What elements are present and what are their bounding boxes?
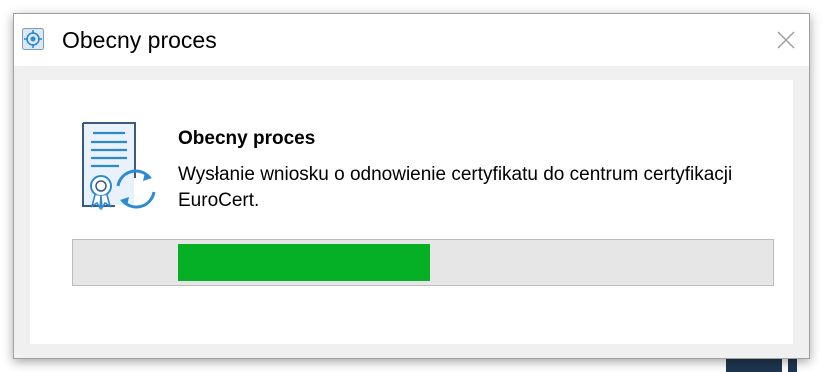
content-panel: Obecny proces Wysłanie wniosku o odnowie… [30,80,793,344]
close-button[interactable] [763,14,809,66]
background-window-fragment [726,357,782,372]
process-description: Wysłanie wniosku o odnowienie certyfikat… [178,164,733,211]
window-title: Obecny proces [62,27,217,53]
desktop: Obecny proces Obecny proces Wysłanie wni… [0,0,826,372]
app-icon [22,28,44,50]
title-bar[interactable]: Obecny proces [14,14,809,66]
close-icon [777,31,795,49]
process-heading: Obecny proces [178,128,316,149]
progress-dialog: Obecny proces Obecny proces Wysłanie wni… [13,13,810,359]
progress-bar [72,239,774,286]
certificate-renew-icon [79,120,159,216]
progress-bar-fill [178,244,430,281]
